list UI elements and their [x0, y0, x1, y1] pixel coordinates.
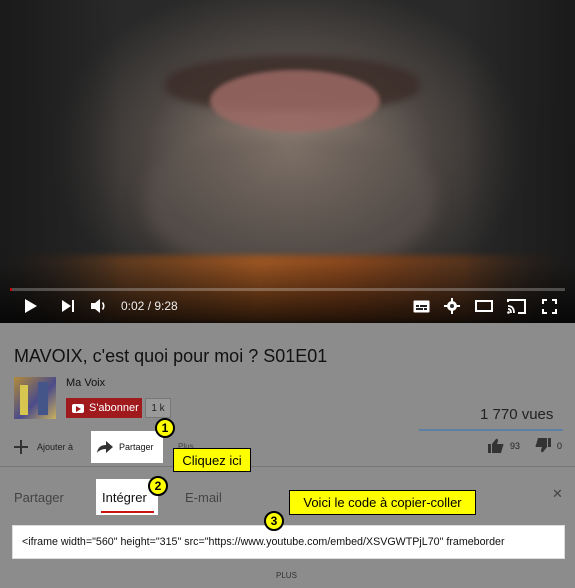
- active-tab-underline: [101, 511, 154, 513]
- share-button[interactable]: Partager: [91, 431, 163, 463]
- callout-click-here: Cliquez ici: [173, 448, 251, 472]
- close-icon[interactable]: ✕: [552, 486, 563, 502]
- video-frame-detail: [145, 135, 435, 275]
- cast-icon[interactable]: [504, 292, 528, 320]
- video-frame-detail: [210, 70, 380, 132]
- step-badge-1: 1: [155, 418, 175, 438]
- divider: [0, 466, 575, 467]
- gear-icon[interactable]: [441, 292, 463, 320]
- play-icon[interactable]: [20, 292, 42, 320]
- view-count: 1 770 vues: [480, 406, 554, 423]
- time-display: 0:02 / 9:28: [121, 299, 178, 313]
- dislike-count: 0: [557, 440, 563, 451]
- avatar-detail: [20, 385, 28, 415]
- tab-partager[interactable]: Partager: [14, 490, 64, 505]
- player-controls: 0:02 / 9:28: [0, 292, 575, 322]
- channel-name[interactable]: Ma Voix: [66, 377, 105, 389]
- callout-copy-code: Voici le code à copier-coller: [289, 490, 476, 515]
- subscribe-label: S'abonner: [89, 402, 139, 414]
- subscribe-button[interactable]: S'abonner: [66, 398, 142, 418]
- thumbs-down-icon: [535, 438, 551, 453]
- share-label: Partager: [119, 442, 154, 452]
- avatar-detail: [38, 382, 48, 415]
- add-to-label: Ajouter à: [37, 442, 74, 452]
- tab-email[interactable]: E-mail: [185, 490, 222, 505]
- embed-code-field[interactable]: <iframe width="560" height="315" src="ht…: [12, 525, 565, 559]
- like-ratio-bar: [419, 429, 563, 431]
- step-badge-3: 3: [264, 511, 284, 531]
- like-count: 93: [510, 440, 521, 451]
- next-icon[interactable]: [58, 292, 78, 320]
- channel-avatar[interactable]: [14, 377, 56, 419]
- more-options-link[interactable]: PLUS: [276, 571, 297, 580]
- video-title: MAVOIX, c'est quoi pour moi ? S01E01: [14, 346, 328, 366]
- youtube-page: 0:02 / 9:28 MAVOIX, c'est quoi pour moi …: [0, 0, 575, 588]
- progress-fill: [10, 288, 12, 291]
- share-arrow-icon: [97, 441, 113, 453]
- progress-bar[interactable]: [10, 288, 565, 291]
- dislike-button[interactable]: 0: [535, 438, 562, 453]
- plus-icon: [14, 440, 28, 454]
- add-to-button[interactable]: Ajouter à: [14, 440, 73, 454]
- volume-icon[interactable]: [88, 292, 110, 320]
- subscriber-count: 1 k: [145, 398, 171, 418]
- embed-code-text[interactable]: <iframe width="560" height="315" src="ht…: [22, 536, 557, 548]
- step-badge-2: 2: [148, 476, 168, 496]
- fullscreen-icon[interactable]: [538, 292, 560, 320]
- tab-integrer[interactable]: Intégrer: [102, 490, 147, 505]
- thumbs-up-icon: [488, 438, 504, 453]
- captions-icon[interactable]: [410, 292, 432, 320]
- youtube-logo-icon: [72, 403, 84, 413]
- like-button[interactable]: 93: [488, 438, 520, 453]
- video-player[interactable]: 0:02 / 9:28: [0, 0, 575, 323]
- theater-icon[interactable]: [472, 292, 496, 320]
